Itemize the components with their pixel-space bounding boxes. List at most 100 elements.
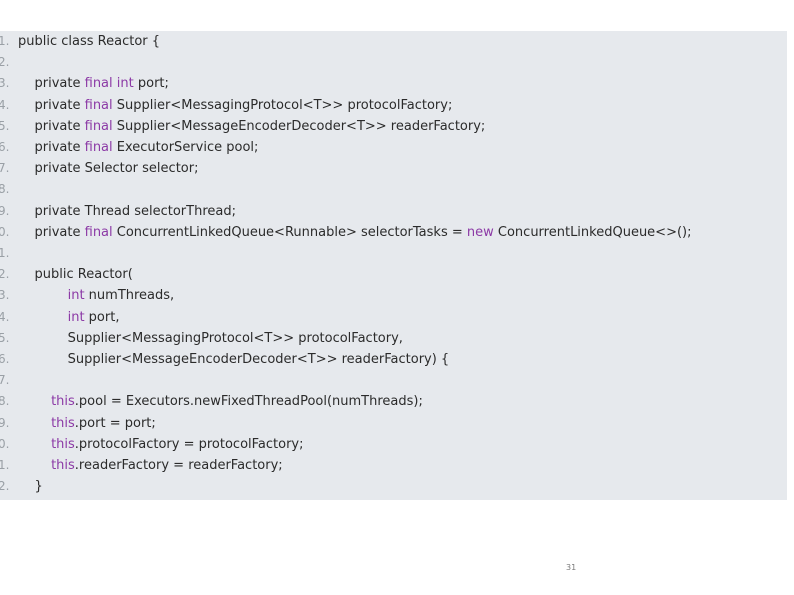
code-line: 8.: [0, 179, 787, 200]
code-line: 6. private final ExecutorService pool;: [0, 137, 787, 158]
code-line: 0. this.protocolFactory = protocolFactor…: [0, 434, 787, 455]
code-token: }: [18, 479, 43, 495]
line-number: 9.: [0, 415, 10, 430]
code-token: port;: [133, 76, 169, 92]
line-number: 4.: [0, 97, 10, 112]
line-number: 1.: [0, 246, 10, 260]
code-line: 1.: [0, 243, 787, 264]
line-number: 9.: [0, 203, 10, 218]
code-token: Supplier<MessagingProtocol<T>> protocolF…: [18, 330, 403, 346]
code-text: private final int port;: [18, 73, 169, 94]
code-token: port,: [84, 309, 120, 325]
code-line: 9. this.port = port;: [0, 413, 787, 434]
code-token: Supplier<MessageEncoderDecoder<T>> reade…: [112, 118, 486, 134]
code-keyword: this: [51, 394, 75, 410]
code-line: 7. private Selector selector;: [0, 158, 787, 179]
code-text: }: [18, 476, 43, 497]
code-text: int numThreads,: [18, 285, 175, 306]
code-text: private final ExecutorService pool;: [18, 137, 259, 158]
code-text: public class Reactor {: [18, 31, 160, 52]
line-number: 1.: [0, 34, 10, 48]
code-text: public Reactor(: [18, 264, 133, 285]
code-line: 7.: [0, 370, 787, 391]
code-line: 4. int port,: [0, 307, 787, 328]
line-number: 4.: [0, 309, 10, 324]
code-token: ConcurrentLinkedQueue<Runnable> selector…: [112, 224, 467, 240]
code-token: public Reactor(: [18, 267, 133, 283]
code-text: Supplier<MessageEncoderDecoder<T>> reade…: [18, 349, 450, 370]
line-number: 8.: [0, 182, 10, 197]
code-token: .readerFactory = readerFactory;: [74, 458, 283, 473]
code-line: 8. this.pool = Executors.newFixedThreadP…: [0, 391, 787, 412]
code-line: 5. Supplier<MessagingProtocol<T>> protoc…: [0, 328, 787, 349]
line-number: 2.: [0, 267, 10, 282]
code-line: 2.: [0, 52, 787, 73]
code-line: 3. int numThreads,: [0, 285, 787, 306]
code-token: private: [18, 97, 85, 113]
code-token: numThreads,: [84, 288, 175, 304]
code-keyword: int: [67, 288, 85, 304]
code-token: private: [18, 140, 85, 155]
code-line: 0. private final ConcurrentLinkedQueue<R…: [0, 222, 787, 243]
code-token: Supplier<MessagingProtocol<T>> protocolF…: [112, 97, 453, 113]
code-line: 1. public class Reactor {: [0, 31, 787, 52]
code-keyword: final: [84, 97, 113, 113]
code-keyword: final: [84, 224, 113, 240]
code-keyword: int: [116, 76, 134, 92]
code-line: 5. private final Supplier<MessageEncoder…: [0, 116, 787, 137]
code-token: ConcurrentLinkedQueue<>();: [493, 224, 692, 240]
code-text: this.protocolFactory = protocolFactory;: [18, 434, 304, 455]
code-keyword: new: [466, 224, 494, 240]
code-text: this.port = port;: [18, 413, 156, 434]
code-text: this.readerFactory = readerFactory;: [18, 455, 283, 476]
code-line: 4. private final Supplier<MessagingProto…: [0, 95, 787, 116]
code-keyword: this: [51, 415, 75, 431]
code-keyword: int: [67, 309, 85, 325]
code-line: 6. Supplier<MessageEncoderDecoder<T>> re…: [0, 349, 787, 370]
line-number: 5.: [0, 330, 10, 345]
code-line: 3. private final int port;: [0, 73, 787, 94]
code-text: private final Supplier<MessageEncoderDec…: [18, 116, 486, 137]
code-token: ExecutorService pool;: [112, 140, 259, 155]
line-number: 6.: [0, 352, 10, 366]
line-number: 3.: [0, 288, 10, 303]
line-number: 6.: [0, 140, 10, 154]
code-token: Supplier<MessageEncoderDecoder<T>> reade…: [18, 352, 450, 367]
code-text: private Selector selector;: [18, 158, 199, 179]
line-number: 0.: [0, 224, 10, 239]
line-number: 7.: [0, 373, 10, 388]
code-line: 2. }: [0, 476, 787, 497]
code-text: private Thread selectorThread;: [18, 201, 236, 222]
code-block: 1. public class Reactor { 2. 3. private fin…: [0, 31, 787, 500]
code-text: this.pool = Executors.newFixedThreadPool…: [18, 391, 423, 412]
code-keyword: final: [84, 140, 113, 155]
code-keyword: final: [84, 76, 113, 92]
code-token: private Thread selectorThread;: [18, 203, 236, 219]
code-line: 2. public Reactor(: [0, 264, 787, 285]
line-number: 2.: [0, 55, 10, 70]
code-token: private Selector selector;: [18, 161, 199, 177]
code-token: private: [18, 118, 85, 134]
code-token: private: [18, 76, 85, 92]
code-text: int port,: [18, 307, 120, 328]
code-token: private: [18, 224, 85, 240]
line-number: 0.: [0, 436, 10, 451]
code-token: Reactor {: [93, 34, 161, 49]
code-text: private final Supplier<MessagingProtocol…: [18, 95, 453, 116]
code-text: private final ConcurrentLinkedQueue<Runn…: [18, 222, 692, 243]
code-token: .port = port;: [74, 415, 156, 431]
line-number: 5.: [0, 118, 10, 133]
line-number: 3.: [0, 76, 10, 91]
code-keyword: this: [51, 458, 75, 473]
line-number: 2.: [0, 479, 10, 494]
line-number: 8.: [0, 394, 10, 409]
code-token: .protocolFactory = protocolFactory;: [74, 436, 304, 452]
code-line: 9. private Thread selectorThread;: [0, 201, 787, 222]
code-line: 1. this.readerFactory = readerFactory;: [0, 455, 787, 476]
